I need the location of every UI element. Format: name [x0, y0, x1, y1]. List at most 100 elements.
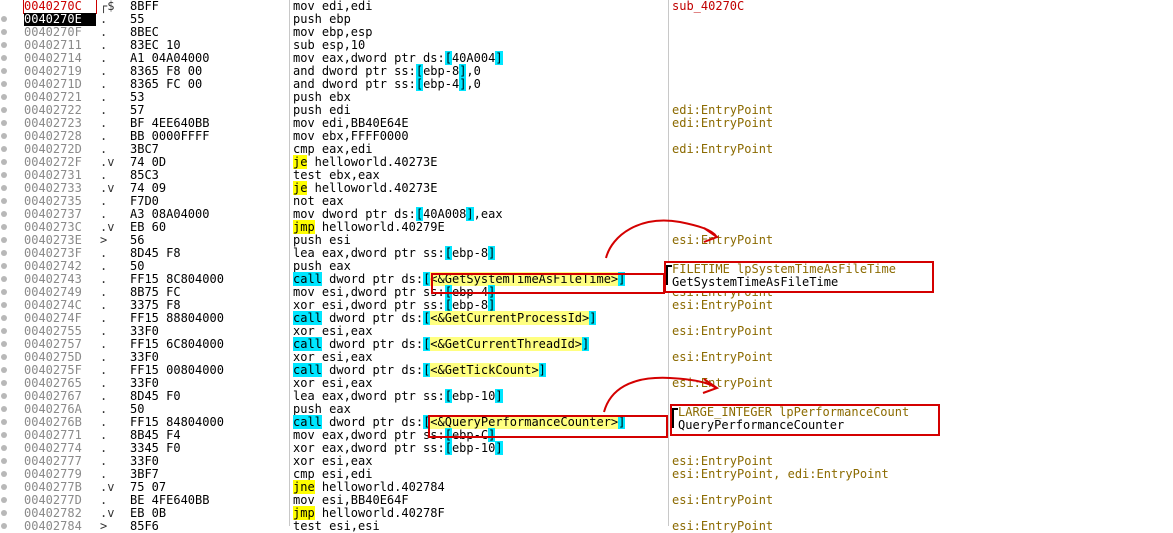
- comment-cell[interactable]: edi:EntryPoint: [672, 117, 1167, 130]
- table-row[interactable]: 00402779. 3BF7 cmp esi,edi esi:EntryPoint, …: [0, 468, 1173, 481]
- breakpoint-dot-icon[interactable]: [0, 221, 10, 234]
- breakpoint-dot-icon[interactable]: [0, 234, 10, 247]
- breakpoint-dot-icon[interactable]: [0, 429, 10, 442]
- breakpoint-dot-icon[interactable]: [0, 325, 10, 338]
- breakpoint-dot-icon[interactable]: [0, 403, 10, 416]
- breakpoint-dot-icon[interactable]: [0, 78, 10, 91]
- table-row[interactable]: 00402757. FF15 6C804000 call dword ptr ds:…: [0, 337, 1173, 351]
- qpc-call-highlight-box: [428, 415, 668, 438]
- breakpoint-dot-icon[interactable]: [0, 468, 10, 481]
- breakpoint-dot-icon[interactable]: [0, 351, 10, 364]
- table-row[interactable]: 00402737. A3 08A04000 mov dword ptr ds:[40…: [0, 207, 1173, 221]
- table-row[interactable]: 0040271D. 8365 FC 00 and dword ptr ss:[ebp…: [0, 77, 1173, 91]
- bytes-cell[interactable]: 8BFF: [130, 0, 290, 13]
- comment-cell[interactable]: [672, 78, 1167, 91]
- table-row[interactable]: 00402728. BB 0000FFFF mov ebx,FFFF0000: [0, 130, 1173, 143]
- breakpoint-dot-icon[interactable]: [0, 247, 10, 260]
- breakpoint-dot-icon[interactable]: [0, 0, 10, 13]
- comment-cell[interactable]: [672, 208, 1167, 221]
- table-row[interactable]: 0040270E. 55 push ebp: [0, 13, 1173, 26]
- breakpoint-dot-icon[interactable]: [0, 455, 10, 468]
- systime-api-name: GetSystemTimeAsFileTime: [672, 275, 839, 289]
- comment-cell[interactable]: [672, 182, 1167, 195]
- comment-cell[interactable]: esi:EntryPoint, edi:EntryPoint: [672, 468, 1167, 481]
- bytes-cell[interactable]: 53: [130, 91, 290, 104]
- breakpoint-dot-icon[interactable]: [0, 377, 10, 390]
- table-row[interactable]: 0040273F. 8D45 F8 lea eax,dword ptr ss:[eb…: [0, 246, 1173, 260]
- table-row[interactable]: 0040270C ┌$ 8BFF mov edi,edi sub_40270C: [0, 0, 1173, 14]
- breakpoint-dot-icon[interactable]: [0, 117, 10, 130]
- breakpoint-dot-icon[interactable]: [0, 364, 10, 377]
- comment-cell[interactable]: esi:EntryPoint: [672, 299, 1167, 312]
- instruction-cell[interactable]: test esi,esi: [293, 520, 667, 533]
- breakpoint-dot-icon[interactable]: [0, 260, 10, 273]
- breakpoint-dot-icon[interactable]: [0, 442, 10, 455]
- comment-cell[interactable]: esi:EntryPoint: [672, 234, 1167, 247]
- disassembly-view[interactable]: 0040270C ┌$ 8BFF mov edi,edi sub_40270C 00402…: [0, 0, 1173, 533]
- breakpoint-dot-icon[interactable]: [0, 520, 10, 533]
- bytes-cell[interactable]: 85F6: [130, 520, 290, 533]
- breakpoint-dot-icon[interactable]: [0, 39, 10, 52]
- comment-cell[interactable]: esi:EntryPoint: [672, 351, 1167, 364]
- table-row[interactable]: 00402777. 33F0 xor esi,eax esi:EntryPoint: [0, 455, 1173, 468]
- bytes-cell[interactable]: 8365 FC 00: [130, 78, 290, 91]
- address-cell[interactable]: 00402784: [24, 520, 96, 533]
- comment-cell[interactable]: [672, 26, 1167, 39]
- comment-cell[interactable]: [672, 156, 1167, 169]
- table-row[interactable]: 00402733 .v 74 09 je helloworld.40273E: [0, 181, 1173, 195]
- breakpoint-dot-icon[interactable]: [0, 169, 10, 182]
- table-row[interactable]: 0040277D. BE 4FE640BB mov esi,BB40E64F esi:…: [0, 494, 1173, 507]
- breakpoint-dot-icon[interactable]: [0, 312, 10, 325]
- breakpoint-dot-icon[interactable]: [0, 143, 10, 156]
- comment-cell[interactable]: [672, 13, 1167, 26]
- breakpoint-dot-icon[interactable]: [0, 338, 10, 351]
- comment-cell[interactable]: esi:EntryPoint: [672, 325, 1167, 338]
- breakpoint-dot-icon[interactable]: [0, 13, 10, 26]
- comment-cell[interactable]: esi:EntryPoint: [672, 494, 1167, 507]
- breakpoint-dot-icon[interactable]: [0, 26, 10, 39]
- breakpoint-dot-icon[interactable]: [0, 390, 10, 403]
- table-row[interactable]: 00402731. 85C3 test ebx,eax: [0, 169, 1173, 182]
- instruction-cell[interactable]: je helloworld.40273E: [293, 181, 667, 195]
- table-row[interactable]: 0040272D. 3BC7 cmp eax,edi edi:EntryPoint: [0, 143, 1173, 156]
- table-row[interactable]: 0040275F. FF15 00804000 call dword ptr ds:…: [0, 363, 1173, 377]
- comment-cell[interactable]: [672, 52, 1167, 65]
- table-row[interactable]: 0040273C .v EB 60 jmp helloworld.40279E: [0, 220, 1173, 234]
- breakpoint-dot-icon[interactable]: [0, 91, 10, 104]
- breakpoint-dot-icon[interactable]: [0, 65, 10, 78]
- comment-cell[interactable]: sub_40270C: [672, 0, 1167, 13]
- table-row[interactable]: 00402782 .v EB 0B jmp helloworld.40278F: [0, 506, 1173, 520]
- comment-cell[interactable]: esi:EntryPoint: [672, 520, 1167, 533]
- breakpoint-dot-icon[interactable]: [0, 507, 10, 520]
- table-row[interactable]: 00402721. 53 push ebx: [0, 91, 1173, 104]
- breakpoint-dot-icon[interactable]: [0, 299, 10, 312]
- breakpoint-dot-icon[interactable]: [0, 494, 10, 507]
- comment-cell[interactable]: [672, 390, 1167, 403]
- table-row[interactable]: 00402774. 3345 F0 xor eax,dword ptr ss:[eb…: [0, 441, 1173, 455]
- table-row[interactable]: 0040274F. FF15 88804000 call dword ptr ds:…: [0, 311, 1173, 325]
- breakpoint-dot-icon[interactable]: [0, 156, 10, 169]
- bytes-cell[interactable]: EB 60: [130, 221, 290, 234]
- breakpoint-dot-icon[interactable]: [0, 52, 10, 65]
- comment-cell[interactable]: [672, 169, 1167, 182]
- comment-cell[interactable]: [672, 247, 1167, 260]
- breakpoint-dot-icon[interactable]: [0, 416, 10, 429]
- breakpoint-dot-icon[interactable]: [0, 182, 10, 195]
- breakpoint-dot-icon[interactable]: [0, 273, 10, 286]
- breakpoint-dot-icon[interactable]: [0, 130, 10, 143]
- breakpoint-dot-icon[interactable]: [0, 104, 10, 117]
- comment-cell[interactable]: [672, 39, 1167, 52]
- breakpoint-dot-icon[interactable]: [0, 195, 10, 208]
- bytes-cell[interactable]: 8D45 F8: [130, 247, 290, 260]
- table-row[interactable]: 00402784 >85F6 test esi,esi esi:EntryPoint: [0, 520, 1173, 533]
- comment-cell[interactable]: [672, 195, 1167, 208]
- comment-cell[interactable]: esi:EntryPoint: [672, 377, 1167, 390]
- table-row[interactable]: 00402767. 8D45 F0 lea eax,dword ptr ss:[eb…: [0, 389, 1173, 403]
- breakpoint-dot-icon[interactable]: [0, 208, 10, 221]
- breakpoint-dot-icon[interactable]: [0, 286, 10, 299]
- breakpoint-dot-icon[interactable]: [0, 481, 10, 494]
- bytes-cell[interactable]: 8D45 F0: [130, 390, 290, 403]
- comment-cell[interactable]: edi:EntryPoint: [672, 143, 1167, 156]
- table-row[interactable]: 0040272F .v 74 0D je helloworld.40273E: [0, 155, 1173, 169]
- comment-cell[interactable]: [672, 65, 1167, 78]
